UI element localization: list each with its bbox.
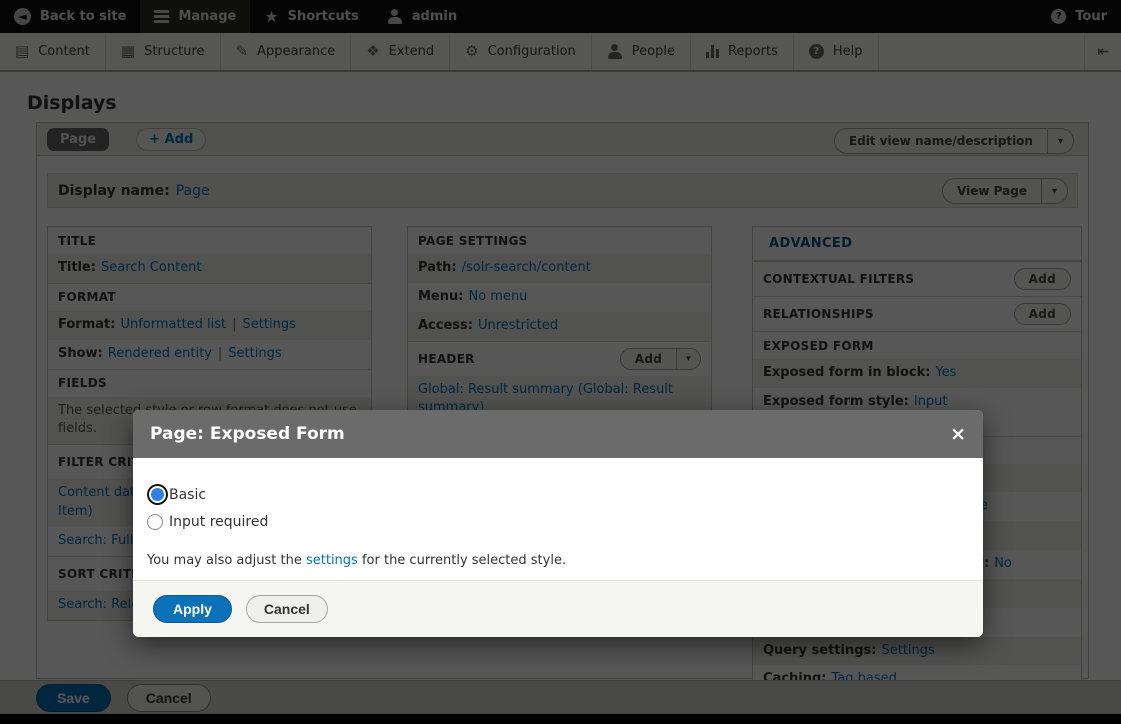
dialog-footer: Apply Cancel [133,580,983,637]
dialog-title: Page: Exposed Form [150,424,345,444]
radio-option-input-required[interactable]: Input required [147,514,969,530]
dialog-note: You may also adjust the settings for the… [147,553,969,568]
exposed-form-dialog: Page: Exposed Form × Basic Input require… [133,410,983,637]
cancel-button[interactable]: Cancel [246,595,328,623]
radio-basic-label: Basic [169,487,206,503]
note-text-after: for the currently selected style. [358,553,566,568]
radio-unselected-icon[interactable] [147,514,163,530]
settings-link[interactable]: settings [306,553,358,568]
radio-input-required-label: Input required [169,514,268,530]
screen: ◄ Back to site Manage ★ Shortcuts admin … [0,0,1121,724]
dialog-body: Basic Input required You may also adjust… [133,458,983,580]
radio-option-basic[interactable]: Basic [147,484,969,505]
close-icon[interactable]: × [950,425,966,444]
apply-button[interactable]: Apply [153,595,232,623]
dialog-titlebar[interactable]: Page: Exposed Form × [133,410,983,458]
note-text-before: You may also adjust the [147,553,306,568]
radio-selected-icon[interactable] [149,486,166,503]
